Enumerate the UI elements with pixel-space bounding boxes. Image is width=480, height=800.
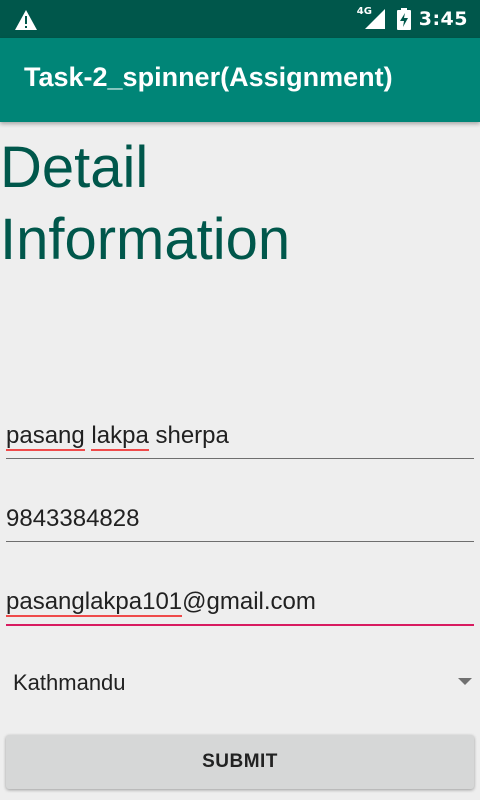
city-spinner[interactable]: Kathmandu (6, 658, 474, 708)
dropdown-arrow-icon (458, 678, 472, 685)
email-field-value: pasanglakpa101@gmail.com (6, 588, 316, 617)
network-indicator: 4G (357, 7, 385, 31)
name-field[interactable]: pasang lakpa sherpa (6, 408, 474, 459)
submit-button[interactable]: SUBMIT (6, 735, 474, 789)
email-domain-part: @gmail.com (182, 588, 316, 615)
email-user-part: pasanglakpa101 (6, 588, 183, 617)
name-field-value: pasang lakpa sherpa (6, 422, 229, 451)
status-time: 3:45 (418, 8, 468, 30)
battery-charging-icon (396, 8, 411, 30)
email-field[interactable]: pasanglakpa101@gmail.com (6, 574, 474, 626)
status-icons: 4G 3:45 (357, 0, 468, 38)
phone-field[interactable]: 9843384828 (6, 491, 474, 542)
app-bar: Task-2_spinner(Assignment) (0, 38, 480, 122)
city-spinner-value: Kathmandu (13, 670, 126, 695)
name-first-word: pasang (6, 422, 85, 451)
name-last-word: sherpa (155, 422, 229, 449)
phone-field-value: 9843384828 (6, 505, 140, 532)
status-bar: 4G 3:45 (0, 0, 480, 38)
signal-icon (364, 9, 385, 29)
name-middle-word: lakpa (91, 422, 149, 451)
page-heading: Detail Information (0, 135, 291, 272)
warning-icon (15, 10, 37, 30)
app-title: Task-2_spinner(Assignment) (24, 62, 393, 92)
